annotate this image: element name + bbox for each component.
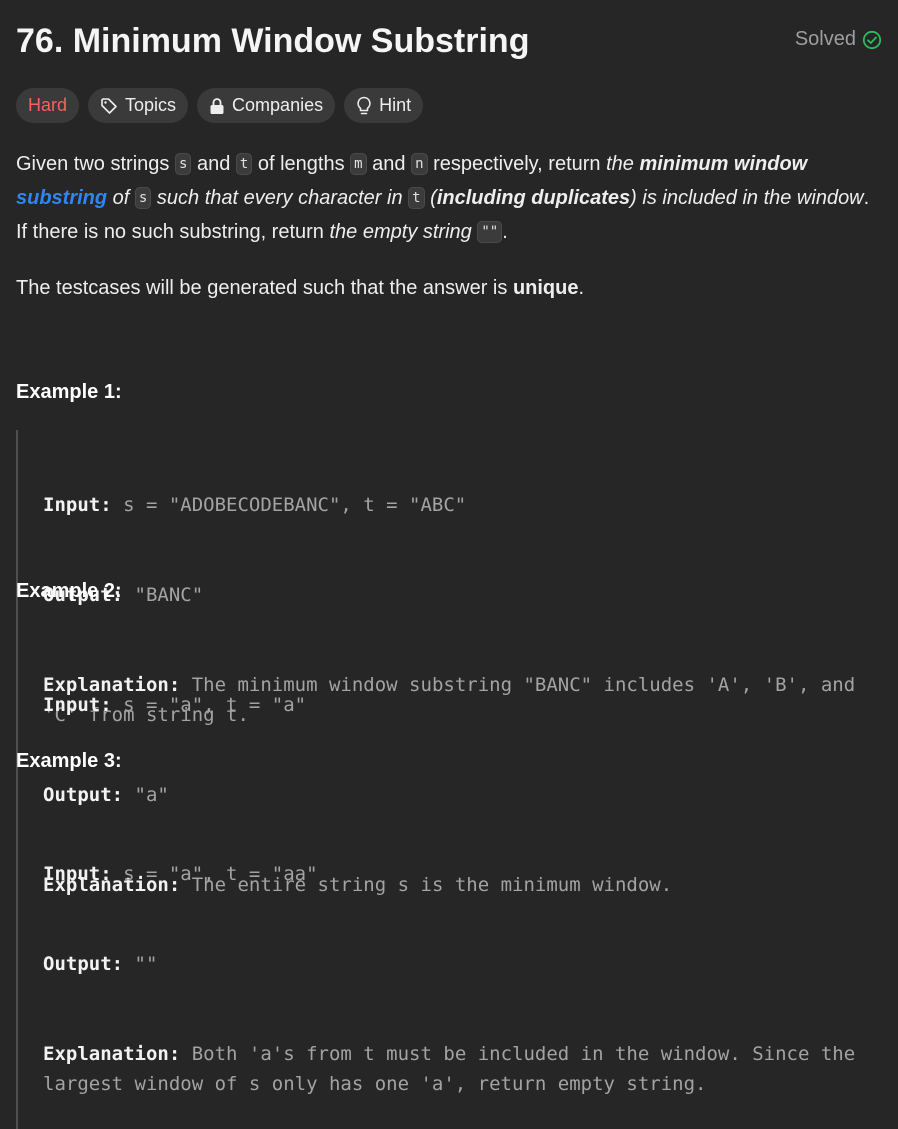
topics-button[interactable]: Topics xyxy=(88,88,189,123)
example-output-line: Output: "" xyxy=(43,953,158,975)
lightbulb-icon xyxy=(356,96,372,116)
check-circle-icon xyxy=(862,30,882,50)
inline-code: "" xyxy=(477,221,503,243)
example-input-line: Input: s = "a", t = "aa" xyxy=(43,863,318,885)
lock-icon xyxy=(209,97,225,115)
topics-label: Topics xyxy=(125,95,177,115)
inline-code: t xyxy=(408,187,425,209)
example-2-title: Example 2: xyxy=(16,580,122,602)
example-3-block: Input: s = "a", t = "aa" Output: "" Expl… xyxy=(16,799,866,1129)
example-explanation-line: Explanation: Both 'a's from t must be in… xyxy=(43,1043,867,1095)
substring-link[interactable]: substring xyxy=(16,187,107,209)
desc-bold: unique xyxy=(512,277,579,299)
desc-italic: ) is included in the window xyxy=(630,187,864,209)
inline-code: s xyxy=(134,187,152,209)
desc-italic: the xyxy=(606,153,640,175)
inline-code: s xyxy=(174,153,192,175)
tag-row: Hard Topics Companies Hint xyxy=(16,88,424,123)
example-1-title: Example 1: xyxy=(16,381,122,403)
desc-text: . xyxy=(502,221,508,243)
description-paragraph-2: The testcases will be generated such tha… xyxy=(16,272,876,304)
desc-italic: ( xyxy=(424,187,437,209)
desc-text: The testcases will be generated such tha… xyxy=(16,277,513,299)
desc-italic: of xyxy=(107,187,135,209)
title-row: 76. Minimum Window Substring Solved xyxy=(16,18,882,68)
inline-code: t xyxy=(235,153,253,175)
desc-text: and xyxy=(191,153,236,175)
companies-label: Companies xyxy=(232,95,324,115)
problem-title: 76. Minimum Window Substring xyxy=(16,22,530,60)
desc-italic: the empty string xyxy=(329,221,478,243)
example-output-line: Output: "BANC" xyxy=(43,584,204,606)
example-input-line: Input: s = "ADOBECODEBANC", t = "ABC" xyxy=(43,494,467,516)
desc-italic: such that every character in xyxy=(151,187,409,209)
desc-text: and xyxy=(366,153,412,175)
tag-icon xyxy=(100,97,118,115)
desc-text: . xyxy=(578,277,585,299)
desc-text: respectively, return xyxy=(427,153,607,175)
desc-bold-italic: including duplicates xyxy=(436,187,631,209)
description-paragraph-1: Given two strings s and t of lengths m a… xyxy=(16,148,876,250)
difficulty-badge[interactable]: Hard xyxy=(16,88,80,123)
desc-bold-italic: minimum window xyxy=(639,153,808,175)
desc-text: Given two strings xyxy=(16,153,175,175)
inline-code: m xyxy=(350,153,367,175)
solved-status: Solved xyxy=(795,28,882,51)
inline-code: n xyxy=(411,153,428,175)
hint-button[interactable]: Hint xyxy=(344,88,424,123)
desc-text: of lengths xyxy=(252,153,351,175)
problem-description: Given two strings s and t of lengths m a… xyxy=(16,148,876,304)
solved-label: Solved xyxy=(794,28,856,50)
example-input-line: Input: s = "a", t = "a" xyxy=(43,694,307,716)
difficulty-label: Hard xyxy=(28,95,68,115)
hint-label: Hint xyxy=(379,95,412,115)
example-3-title: Example 3: xyxy=(16,750,122,772)
companies-button[interactable]: Companies xyxy=(197,88,336,123)
